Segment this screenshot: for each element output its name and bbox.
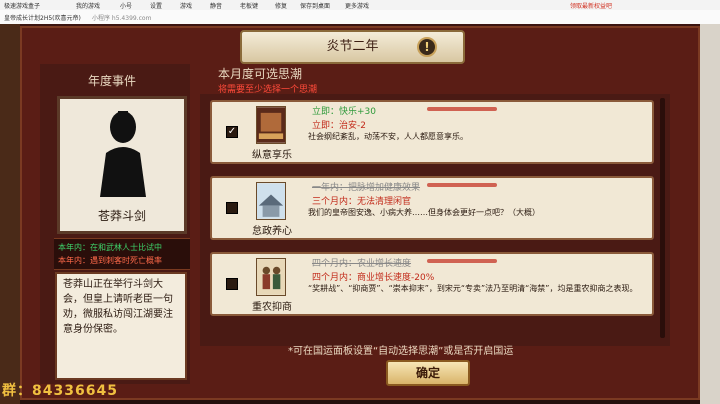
trend-checkbox[interactable] xyxy=(226,202,238,214)
trend-description: “奖耕战”、“抑商贾”、“崇本抑末”，到宋元“专卖”法乃至明清“海禁”，均是重农… xyxy=(308,284,638,293)
url-hint[interactable]: 小程序 h5.4399.com xyxy=(92,13,151,22)
games-button[interactable]: 游戏 xyxy=(180,1,192,10)
event-name: 苍莽斗剑 xyxy=(97,209,146,223)
strike-mark xyxy=(427,259,497,263)
trend-description: 我们的皇帝图安逸、小病大养……但身体会更好一点吧？（大概） xyxy=(308,208,540,217)
trend-checkbox[interactable]: ✓ xyxy=(226,126,238,138)
feast-image xyxy=(256,106,286,144)
trend-effect-1: 一年内：把脉增加健康效果 xyxy=(312,183,421,193)
more-games-button[interactable]: 更多游戏 xyxy=(345,1,369,10)
event-description: 苍莽山正在举行斗剑大会，但皇上请听老臣一句劝，微服私访闯江湖要注意身份保密。 xyxy=(55,272,187,380)
scrollbar[interactable] xyxy=(660,98,665,338)
trend-description: 社会纲纪紊乱，动荡不安，人人都愿意享乐。 xyxy=(308,132,468,141)
left-margin xyxy=(0,24,20,404)
mute-button[interactable]: 静音 xyxy=(210,1,222,10)
alt-account-button[interactable]: 小号 xyxy=(120,1,132,10)
save-desktop-button[interactable]: 保存到桌面 xyxy=(300,1,330,10)
footer-note: *可在国运面板设置“自动选择思潮”或是否开启国运 xyxy=(288,346,514,357)
event-effect-negative: 本年内：遇到刺客时死亡概率 xyxy=(58,256,162,265)
trend-checkbox[interactable] xyxy=(226,278,238,290)
silhouette-icon xyxy=(100,111,146,197)
trend-card[interactable]: 怠政养心 一年内：把脉增加健康效果 三个月内：无法清理闲官 我们的皇帝图安逸、小… xyxy=(210,176,654,240)
trend-label: 纵意享乐 xyxy=(252,150,292,161)
tab-title[interactable]: 皇帝成长计划2H5(欢喜元帝) xyxy=(4,13,81,22)
trends-heading: 本月度可选思潮 xyxy=(218,67,303,81)
trend-effect-2: 三个月内：无法清理闲官 xyxy=(312,197,412,207)
strike-mark xyxy=(427,107,497,111)
right-margin xyxy=(700,24,720,404)
strike-mark xyxy=(427,183,497,187)
settings-button[interactable]: 设置 xyxy=(150,1,162,10)
trend-effect-2: 立即：治安-2 xyxy=(312,121,366,131)
farmers-image xyxy=(256,258,286,296)
trend-label: 怠政养心 xyxy=(252,226,292,237)
palace-image xyxy=(256,182,286,220)
repair-button[interactable]: 修复 xyxy=(275,1,287,10)
trend-effect-1: 四个月内：农业增长速度 xyxy=(312,259,412,269)
trend-effect-2: 四个月内：商业增长速度-20% xyxy=(312,273,435,283)
trend-label: 重农抑商 xyxy=(252,302,292,313)
annual-events-heading: 年度事件 xyxy=(88,74,137,88)
app-name[interactable]: 极速游戏盒子 xyxy=(4,1,40,10)
boss-key-button[interactable]: 老板键 xyxy=(240,1,258,10)
promo-link[interactable]: 领取最新权益吧 xyxy=(570,1,612,10)
confirm-button[interactable]: 确定 xyxy=(386,360,470,386)
my-games-button[interactable]: 我的游戏 xyxy=(76,1,100,10)
trend-card[interactable]: ✓ 纵意享乐 立即：快乐+30 立即：治安-2 社会纲纪紊乱，动荡不安，人人都愿… xyxy=(210,100,654,164)
group-id-watermark: 群：84336645 xyxy=(2,383,118,399)
event-effects: 本年内：在和武林人士比试中 本年内：遇到刺客时死亡概率 xyxy=(54,238,190,270)
trend-effect-1: 立即：快乐+30 xyxy=(312,107,376,117)
trend-card[interactable]: 重农抑商 四个月内：农业增长速度 四个月内：商业增长速度-20% “奖耕战”、“… xyxy=(210,252,654,316)
event-effect-positive: 本年内：在和武林人士比试中 xyxy=(58,243,162,252)
warning-icon[interactable]: ! xyxy=(417,37,437,57)
address-bar: 皇帝成长计划2H5(欢喜元帝) 小程序 h5.4399.com xyxy=(0,10,720,25)
